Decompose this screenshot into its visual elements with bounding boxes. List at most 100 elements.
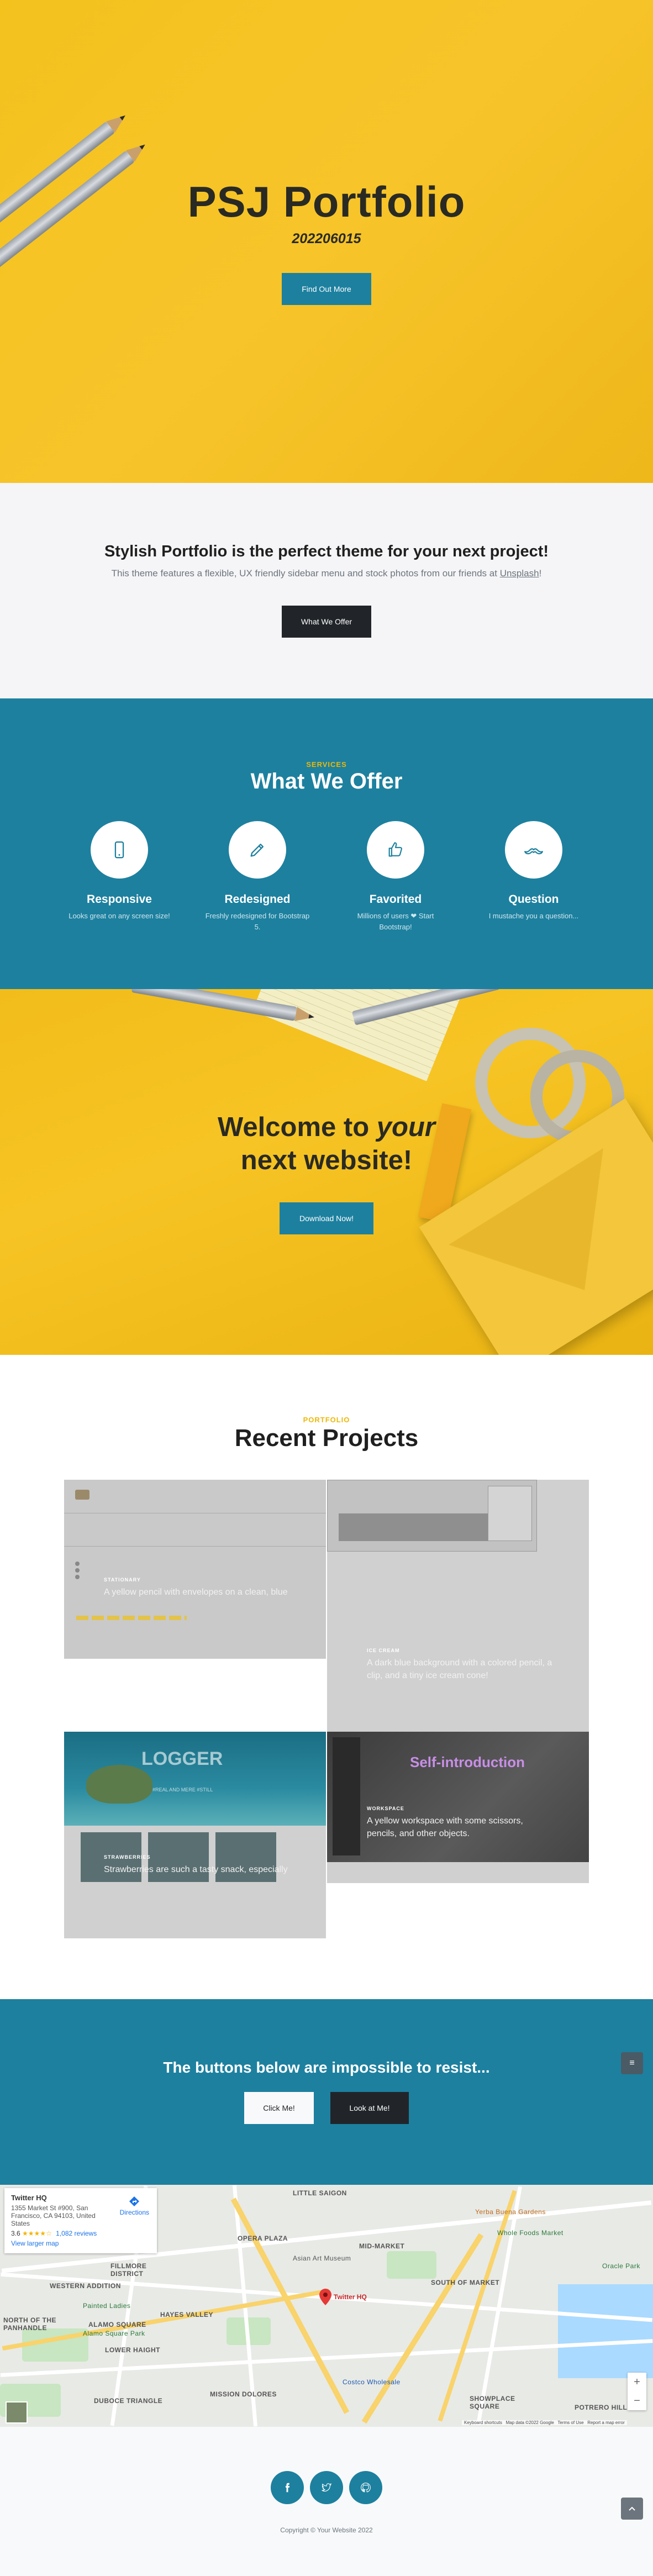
menu-icon: ≡ [629,2058,635,2068]
turtle-image [86,1765,152,1804]
service-title: Question [508,893,559,906]
service-icon-circle [91,821,148,879]
menu-toggle-button[interactable]: ≡ [621,2052,643,2074]
project-caption: STRAWBERRIES Strawberries are such a tas… [104,1854,288,1876]
map-pin-icon [319,2289,331,2305]
project-title: ICE CREAM [367,1648,400,1653]
zoom-in-button[interactable]: + [628,2373,646,2391]
directions-icon [129,2196,140,2206]
about-text: This theme features a flexible, UX frien… [0,568,653,579]
copyright-text: Copyright © Your Website 2022 [280,2526,373,2534]
logger-title: LOGGER [141,1748,223,1769]
map-section[interactable]: LITTLE SAIGON OPERA PLAZA MID-MARKET SOU… [0,2185,653,2427]
service-item: Question I mustache you a question... [478,821,589,922]
zoom-out-button[interactable]: − [628,2391,646,2410]
project-item[interactable]: Self-introduction WORKSPACE A yellow wor… [327,1732,589,1883]
map-label: MID-MARKET [359,2242,405,2250]
map-label: LOWER HAIGHT [105,2346,160,2354]
map-label: Painted Ladies [83,2302,131,2310]
callout-emph: your [376,1112,435,1142]
service-item: Responsive Looks great on any screen siz… [64,821,175,922]
github-icon [361,2483,371,2493]
portfolio-eyebrow: PORTFOLIO [303,1416,350,1424]
portfolio-section: PORTFOLIO Recent Projects STATIONARY A y… [0,1355,653,1999]
service-icon-circle [367,821,424,879]
facebook-link[interactable] [271,2471,304,2504]
callout-line1: Welcome to [218,1112,370,1142]
download-now-button[interactable]: Download Now! [280,1202,373,1234]
service-desc: I mustache you a question... [488,912,579,920]
view-larger-map-link[interactable]: View larger map [11,2239,150,2247]
thumbs-up-icon [388,842,402,857]
self-intro-title: Self-introduction [410,1754,525,1770]
project-item[interactable]: ICE CREAM A dark blue background with a … [327,1480,589,1742]
about-heading: Stylish Portfolio is the perfect theme f… [104,543,549,560]
services-section: SERVICES What We Offer Responsive Looks … [0,698,653,989]
services-eyebrow: SERVICES [306,760,347,769]
map-label: LITTLE SAIGON [293,2189,347,2197]
hero-section: PSJ Portfolio 202206015 Find Out More [0,0,653,483]
scroll-to-top-button[interactable] [621,2498,643,2520]
project-desc: A yellow pencil with envelopes on a clea… [104,1587,288,1597]
portfolio-heading: Recent Projects [234,1424,419,1452]
project-item[interactable]: LOGGER #REAL AND MERE #STILL STRAWBERRIE… [64,1732,326,1938]
project-caption: WORKSPACE A yellow workspace with some s… [367,1806,533,1840]
chevron-up-icon [629,2506,635,2511]
map-label: SHOWPLACE SQUARE [470,2395,515,2410]
map-label: Asian Art Museum [293,2254,351,2262]
callout-section: Welcome to your next website! Download N… [0,989,653,1355]
map-label: HAYES VALLEY [160,2311,214,2319]
map-label: DUBOCE TRIANGLE [94,2397,163,2405]
place-card: Twitter HQ 1355 Market St #900, San Fran… [4,2188,157,2253]
map-label: Oracle Park [602,2262,640,2270]
github-link[interactable] [349,2471,382,2504]
about-section: Stylish Portfolio is the perfect theme f… [0,483,653,698]
place-rating: 3.6 [11,2230,20,2237]
map-pin[interactable] [319,2289,331,2308]
map-label: ALAMO SQUARE [88,2321,146,2328]
facebook-icon [286,2483,290,2493]
find-out-more-button[interactable]: Find Out More [282,273,371,305]
street-view-thumb[interactable] [6,2401,28,2423]
map-pin-label: Twitter HQ [334,2293,367,2301]
map-label: SOUTH OF MARKET [431,2279,500,2286]
project-title: WORKSPACE [367,1806,404,1811]
service-desc: Freshly redesigned for Bootstrap 5. [205,912,310,931]
map-label: OPERA PLAZA [238,2235,288,2242]
project-title: STRAWBERRIES [104,1854,151,1860]
what-we-offer-button[interactable]: What We Offer [282,606,371,638]
project-desc: Strawberries are such a tasty snack, esp… [104,1865,288,1874]
project-screenshot: Self-introduction [327,1732,589,1862]
place-reviews-link[interactable]: 1,082 reviews [56,2230,97,2237]
twitter-icon [322,2483,331,2492]
service-desc: Millions of users ❤ Start Bootstrap! [357,912,434,931]
twitter-link[interactable] [310,2471,343,2504]
look-at-me-button[interactable]: Look at Me! [330,2092,409,2124]
project-title: STATIONARY [104,1577,141,1583]
footer-section: Copyright © Your Website 2022 [0,2427,653,2576]
project-item[interactable]: STATIONARY A yellow pencil with envelope… [64,1480,326,1659]
map-label: POTRERO HILL [575,2404,628,2411]
map-water [558,2284,653,2378]
project-desc: A yellow workspace with some scissors, p… [367,1816,523,1838]
project-caption: ICE CREAM A dark blue background with a … [367,1648,555,1682]
map-label: Whole Foods Market [497,2229,564,2237]
map-label: NORTH OF THE PANHANDLE [3,2316,56,2332]
service-title: Redesigned [224,893,291,906]
directions-label: Directions [119,2209,149,2216]
click-me-button[interactable]: Click Me! [244,2092,314,2124]
callout-heading: Welcome to your next website! [0,1111,653,1177]
unsplash-link[interactable]: Unsplash [500,568,539,579]
project-caption: STATIONARY A yellow pencil with envelope… [104,1577,288,1599]
project-screenshot [327,1480,537,1552]
map-label: MISSION DOLORES [210,2390,277,2398]
cta-section: The buttons below are impossible to resi… [0,1999,653,2185]
map-label: FILLMORE DISTRICT [110,2262,147,2278]
about-text-end: ! [539,568,542,579]
hero-title: PSJ Portfolio [187,177,466,226]
directions-button[interactable]: Directions [120,2196,149,2216]
place-stars: ★★★★☆ [22,2230,52,2237]
phone-icon [114,841,124,859]
project-screenshot: LOGGER #REAL AND MERE #STILL [64,1732,326,1826]
map-label: Alamo Square Park [83,2330,145,2337]
